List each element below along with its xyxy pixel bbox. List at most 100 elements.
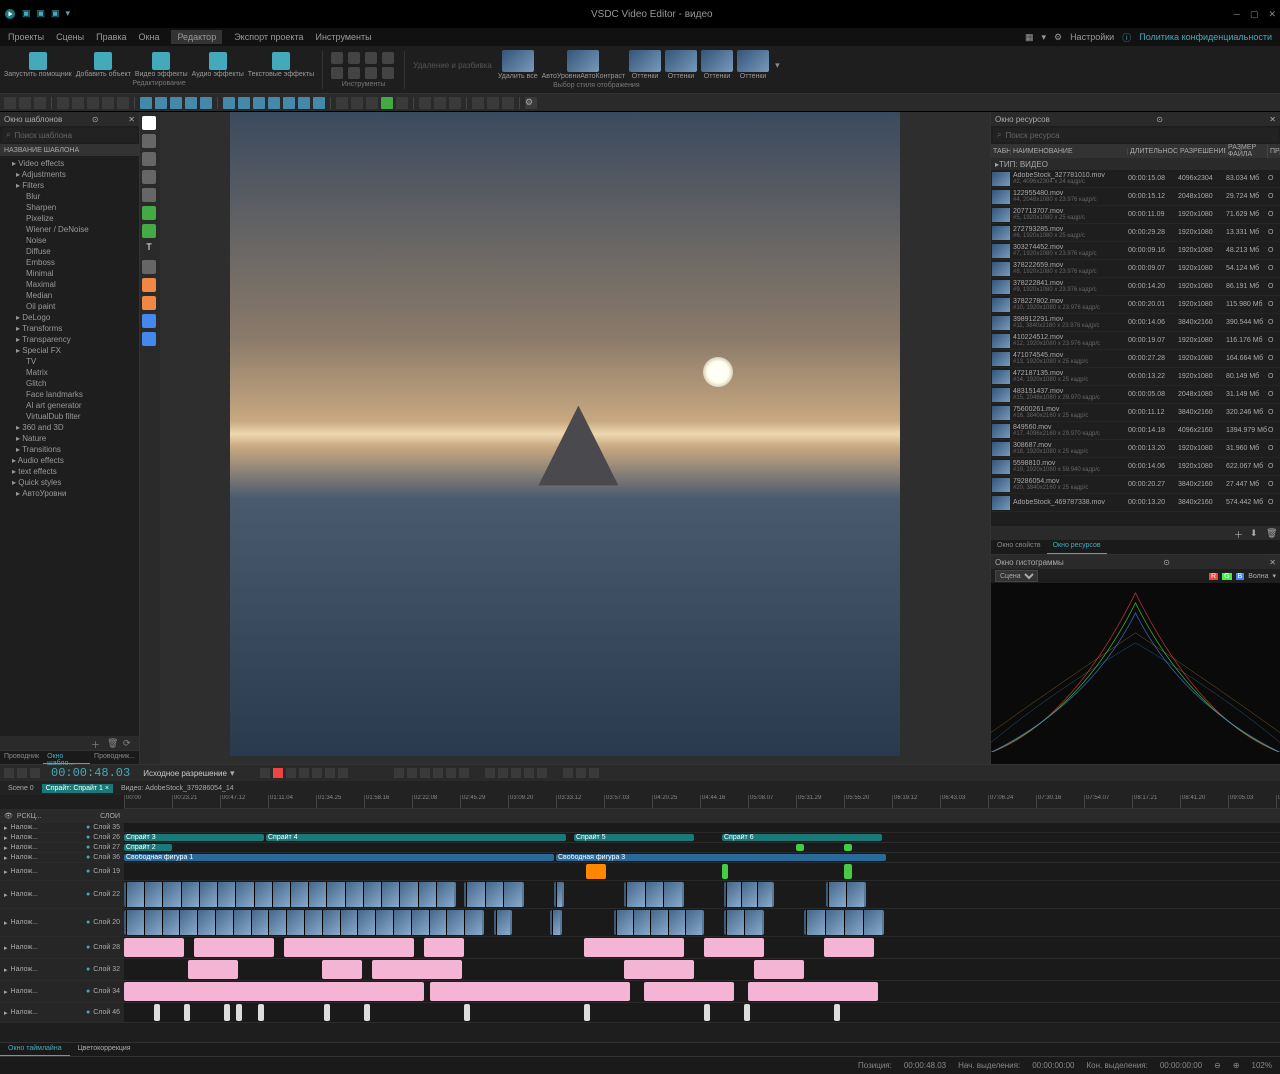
tool-icon[interactable] <box>365 52 377 64</box>
timeline-clip[interactable] <box>464 882 524 907</box>
tb-icon[interactable] <box>185 97 197 109</box>
prev-icon[interactable] <box>299 768 309 778</box>
tab[interactable]: Проводник... <box>90 751 139 764</box>
ribbon-button[interactable]: Добавить объект <box>76 52 131 78</box>
tree-item[interactable]: VirtualDub filter <box>4 411 135 422</box>
tree-item[interactable]: ▸ 360 and 3D <box>4 422 135 433</box>
qat-icon[interactable]: ▣ <box>22 8 31 20</box>
timeline-clip[interactable] <box>124 938 184 957</box>
tool-icon[interactable] <box>331 52 343 64</box>
tree-item[interactable]: Minimal <box>4 268 135 279</box>
track-mode[interactable]: Налож... <box>11 824 83 831</box>
eye-icon[interactable]: ● <box>86 944 90 951</box>
timeline-clip[interactable] <box>826 882 866 907</box>
tb-icon[interactable] <box>407 768 417 778</box>
tb-icon[interactable] <box>485 768 495 778</box>
tree-item[interactable]: ▸ Adjustments <box>4 169 135 180</box>
resource-row[interactable]: 472187135.mov#14, 1920x1080 x 25 кадр/с0… <box>991 368 1280 386</box>
chart-tool-icon[interactable] <box>142 278 156 292</box>
timeline-tab[interactable]: Видео: AdobeStock_379286054_14 <box>117 784 238 793</box>
hist-r-icon[interactable]: R <box>1209 573 1218 580</box>
tree-item[interactable]: Glitch <box>4 378 135 389</box>
tree-item[interactable]: Emboss <box>4 257 135 268</box>
dropdown-icon[interactable]: ▾ <box>775 60 780 71</box>
qat-icon[interactable]: ▣ <box>37 8 46 20</box>
tb-icon[interactable] <box>524 768 534 778</box>
tb-icon[interactable] <box>34 97 46 109</box>
minimize-button[interactable]: ─ <box>1234 9 1240 20</box>
hist-b-icon[interactable]: B <box>1236 573 1245 580</box>
tree-item[interactable]: Oil paint <box>4 301 135 312</box>
line-tool-icon[interactable] <box>142 170 156 184</box>
timeline-clip[interactable] <box>154 1004 160 1021</box>
timeline-clip[interactable] <box>194 938 274 957</box>
timeline-clip[interactable] <box>824 938 874 957</box>
ribbon-button[interactable]: Запустить помощник <box>4 52 72 78</box>
timeline-clip[interactable] <box>614 910 704 935</box>
refresh-icon[interactable]: ⟳ <box>123 738 133 748</box>
timeline-clip[interactable] <box>324 1004 330 1021</box>
timeline-clip[interactable] <box>124 910 484 935</box>
tb-icon[interactable] <box>576 768 586 778</box>
tool-icon[interactable] <box>331 67 343 79</box>
timeline-clip[interactable]: Спрайт 4 <box>266 834 566 841</box>
tb-icon[interactable] <box>200 97 212 109</box>
gear-icon[interactable]: ⚙ <box>525 97 537 109</box>
resource-row[interactable]: 75600261.mov#16, 3840x2160 x 25 кадр/с00… <box>991 404 1280 422</box>
timeline-clip[interactable] <box>322 960 362 979</box>
tree-item[interactable]: Wiener / DeNoise <box>4 224 135 235</box>
menu-item[interactable]: Инструменты <box>315 32 371 42</box>
expand-icon[interactable]: ▸ <box>4 919 8 927</box>
tool-icon[interactable] <box>365 67 377 79</box>
play-icon[interactable] <box>273 768 283 778</box>
tb-icon[interactable] <box>487 97 499 109</box>
timeline-clip[interactable]: Свободная фигура 1 <box>124 854 554 861</box>
tree-item[interactable]: Noise <box>4 235 135 246</box>
expand-icon[interactable]: ▸ <box>4 891 8 899</box>
tree-item[interactable]: Face landmarks <box>4 389 135 400</box>
tb-icon[interactable] <box>589 768 599 778</box>
tb-icon[interactable] <box>366 97 378 109</box>
timeline-clip[interactable] <box>744 1004 750 1021</box>
track-mode[interactable]: Налож... <box>11 844 83 851</box>
timeline-clip[interactable] <box>124 882 456 907</box>
resource-row[interactable]: 5598810.mov#19, 1920x1080 x 59.940 кадр/… <box>991 458 1280 476</box>
tab[interactable]: Окно свойств <box>991 540 1047 554</box>
expand-icon[interactable]: ▸ <box>4 834 8 842</box>
privacy-link[interactable]: Политика конфиденциальности <box>1139 32 1272 42</box>
tab[interactable]: Окно шабло... <box>43 751 90 764</box>
eye-icon[interactable]: ● <box>86 844 90 851</box>
chat-tool-icon[interactable] <box>142 206 156 220</box>
resource-row[interactable]: 272793285.mov#6, 1920x1080 x 25 кадр/с00… <box>991 224 1280 242</box>
settings-link[interactable]: Настройки <box>1070 32 1114 42</box>
timeline-clip[interactable] <box>722 864 728 879</box>
tree-item[interactable]: Maximal <box>4 279 135 290</box>
track-mode[interactable]: Налож... <box>11 919 83 926</box>
expand-icon[interactable]: ▸ <box>4 1009 8 1017</box>
timeline-clip[interactable] <box>724 910 764 935</box>
qat-icon[interactable]: ▣ <box>51 8 60 20</box>
track-mode[interactable]: Налож... <box>11 834 83 841</box>
tree-item[interactable]: ▸ Transforms <box>4 323 135 334</box>
style-button[interactable]: Оттенки <box>701 50 733 80</box>
track-mode[interactable]: Налож... <box>11 966 83 973</box>
tb-icon[interactable] <box>502 97 514 109</box>
menu-item[interactable]: Проекты <box>8 32 44 42</box>
timeline-clip[interactable] <box>834 1004 840 1021</box>
timeline-clip[interactable] <box>624 882 684 907</box>
pin-icon[interactable]: ⊙ <box>1163 558 1170 567</box>
menu-item-active[interactable]: Редактор <box>171 30 222 44</box>
style-button[interactable]: Оттенки <box>665 50 697 80</box>
track-mode[interactable]: Налож... <box>11 1009 83 1016</box>
timeline-clip[interactable] <box>550 910 562 935</box>
expand-icon[interactable]: ▸ <box>4 988 8 996</box>
timeline-tab[interactable]: Scene 0 <box>4 784 38 793</box>
pin-icon[interactable]: ⊙ <box>92 115 99 124</box>
dropdown-icon[interactable]: ▾ <box>1272 572 1276 580</box>
tree-item[interactable]: Diffuse <box>4 246 135 257</box>
tb-icon[interactable] <box>30 768 40 778</box>
style-button[interactable]: Оттенки <box>629 50 661 80</box>
eye-icon[interactable]: ● <box>86 834 90 841</box>
timeline-clip[interactable] <box>704 1004 710 1021</box>
resource-row[interactable]: 398912291.mov#11, 3840x2160 x 23.976 кад… <box>991 314 1280 332</box>
